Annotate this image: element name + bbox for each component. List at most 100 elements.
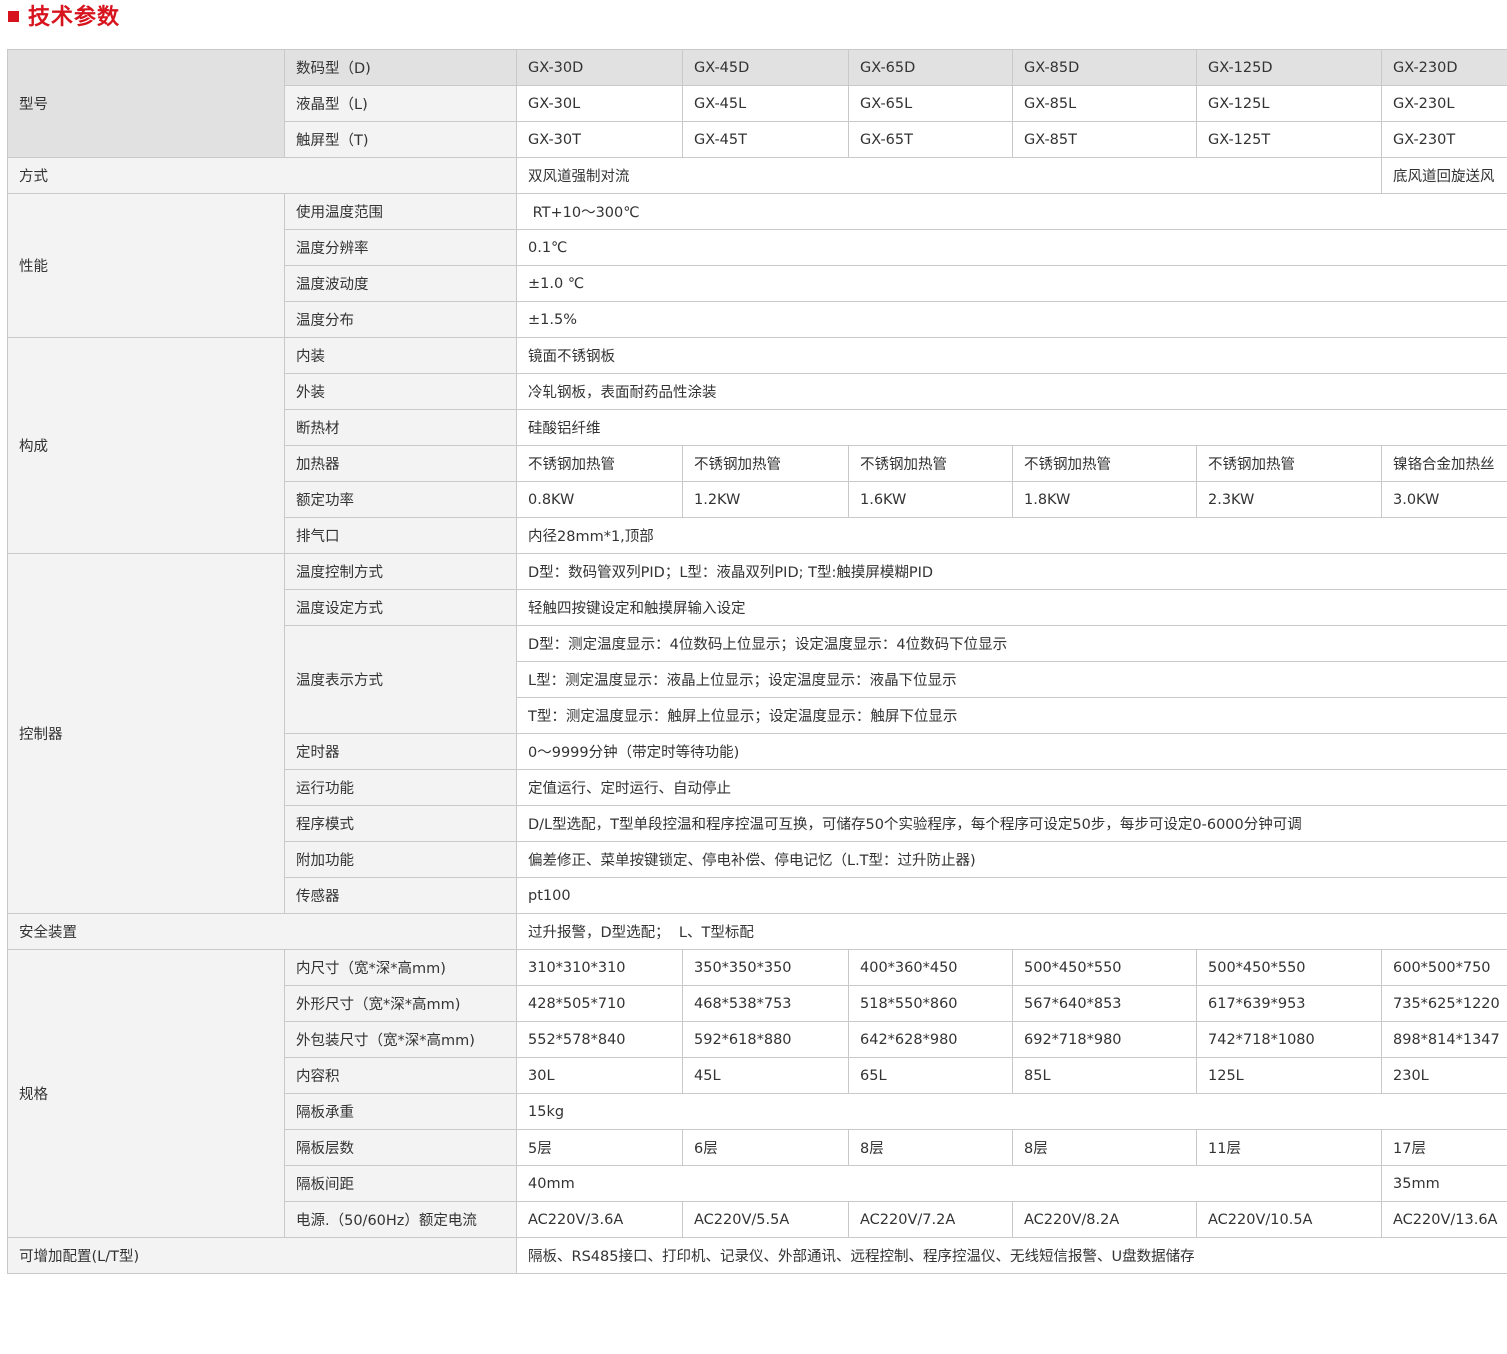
- row-label: 内装: [284, 337, 517, 374]
- table-cell: 偏差修正、菜单按键锁定、停电补偿、停电记忆（L.T型：过升防止器): [516, 841, 1507, 878]
- table-cell: GX-125L: [1196, 85, 1382, 122]
- table-cell: GX-230D: [1381, 49, 1507, 86]
- table-cell: GX-30T: [516, 121, 683, 158]
- table-cell: 742*718*1080: [1196, 1021, 1382, 1058]
- row-label: 隔板层数: [284, 1129, 517, 1166]
- safety-label: 安全装置: [7, 913, 517, 950]
- table-cell: AC220V/13.6A: [1381, 1201, 1507, 1238]
- table-cell: 底风道回旋送风: [1381, 157, 1507, 194]
- table-cell: 2.3KW: [1196, 481, 1382, 518]
- row-label: 定时器: [284, 733, 517, 770]
- section-title: 技术参数: [8, 0, 120, 30]
- table-cell: AC220V/3.6A: [516, 1201, 683, 1238]
- table-cell: 1.2KW: [682, 481, 849, 518]
- table-row: 型号 数码型（D) GX-30D GX-45D GX-65D GX-85D GX…: [7, 49, 1507, 158]
- table-row: 构成 内装 镜面不锈钢板: [7, 337, 1507, 554]
- table-cell: GX-125T: [1196, 121, 1382, 158]
- table-cell: 轻触四按键设定和触摸屏输入设定: [516, 589, 1507, 626]
- row-label: 运行功能: [284, 769, 517, 806]
- table-cell: GX-230L: [1381, 85, 1507, 122]
- row-label: 附加功能: [284, 841, 517, 878]
- row-label: 程序模式: [284, 805, 517, 842]
- table-cell: GX-45L: [682, 85, 849, 122]
- options-label: 可增加配置(L/T型): [7, 1237, 517, 1274]
- row-label: 隔板间距: [284, 1165, 517, 1202]
- performance-label: 性能: [7, 193, 285, 338]
- table-cell: 1.6KW: [848, 481, 1013, 518]
- row-label: 内尺寸（宽*深*高mm): [284, 949, 517, 986]
- row-label: 温度分布: [284, 301, 517, 338]
- table-cell: 不锈钢加热管: [516, 445, 683, 482]
- touch-type-label: 触屏型（T): [284, 121, 517, 158]
- method-label: 方式: [7, 157, 517, 194]
- row-label: 隔板承重: [284, 1093, 517, 1130]
- table-cell: GX-85T: [1012, 121, 1197, 158]
- row-label: 温度分辨率: [284, 229, 517, 266]
- table-cell: 428*505*710: [516, 985, 683, 1022]
- table-cell: 350*350*350: [682, 949, 849, 986]
- table-cell: 0.1℃: [516, 229, 1507, 266]
- table-cell: GX-85D: [1012, 49, 1197, 86]
- table-row: 控制器 温度控制方式 D型：数码管双列PID；L型：液晶双列PID; T型:触摸…: [7, 553, 1507, 914]
- table-cell: 642*628*980: [848, 1021, 1013, 1058]
- table-cell: AC220V/5.5A: [682, 1201, 849, 1238]
- table-cell: 310*310*310: [516, 949, 683, 986]
- spec-table: 型号 数码型（D) GX-30D GX-45D GX-65D GX-85D GX…: [7, 49, 1507, 1274]
- table-cell: AC220V/8.2A: [1012, 1201, 1197, 1238]
- digital-type-label: 数码型（D): [284, 49, 517, 86]
- table-cell: 592*618*880: [682, 1021, 849, 1058]
- table-cell: 468*538*753: [682, 985, 849, 1022]
- table-cell: 隔板、RS485接口、打印机、记录仪、外部通讯、远程控制、程序控温仪、无线短信报…: [516, 1237, 1507, 1274]
- table-cell: 400*360*450: [848, 949, 1013, 986]
- table-cell: 35mm: [1381, 1165, 1507, 1202]
- table-cell: GX-45T: [682, 121, 849, 158]
- table-cell: 8层: [848, 1129, 1013, 1166]
- table-cell: 518*550*860: [848, 985, 1013, 1022]
- spec-label: 规格: [7, 949, 285, 1238]
- table-cell: pt100: [516, 877, 1507, 914]
- section-title-text: 技术参数: [28, 5, 121, 30]
- table-cell: 0.8KW: [516, 481, 683, 518]
- row-label: 断热材: [284, 409, 517, 446]
- table-row: 可增加配置(L/T型) 隔板、RS485接口、打印机、记录仪、外部通讯、远程控制…: [7, 1237, 1507, 1274]
- table-cell: ±1.5%: [516, 301, 1507, 338]
- table-cell: 不锈钢加热管: [1196, 445, 1382, 482]
- table-cell: 500*450*550: [1012, 949, 1197, 986]
- table-cell: 8层: [1012, 1129, 1197, 1166]
- table-row: 方式 双风道强制对流 底风道回旋送风: [7, 157, 1507, 194]
- title-square-icon: [8, 10, 19, 22]
- table-cell: 230L: [1381, 1057, 1507, 1094]
- table-cell: GX-125D: [1196, 49, 1382, 86]
- table-cell: GX-45D: [682, 49, 849, 86]
- table-cell: 不锈钢加热管: [848, 445, 1013, 482]
- table-cell: D型：测定温度显示：4位数码上位显示；设定温度显示：4位数码下位显示: [516, 625, 1507, 662]
- table-cell: 898*814*1347: [1381, 1021, 1507, 1058]
- row-label: 外形尺寸（宽*深*高mm): [284, 985, 517, 1022]
- table-cell: 17层: [1381, 1129, 1507, 1166]
- table-cell: 冷轧钢板，表面耐药品性涂装: [516, 373, 1507, 410]
- table-cell: GX-30D: [516, 49, 683, 86]
- table-cell: 125L: [1196, 1057, 1382, 1094]
- table-cell: T型：测定温度显示：触屏上位显示；设定温度显示：触屏下位显示: [516, 697, 1507, 734]
- row-label: 内容积: [284, 1057, 517, 1094]
- row-label: 传感器: [284, 877, 517, 914]
- table-cell: 双风道强制对流: [516, 157, 1382, 194]
- table-cell: 30L: [516, 1057, 683, 1094]
- table-cell: 定值运行、定时运行、自动停止: [516, 769, 1507, 806]
- table-cell: 567*640*853: [1012, 985, 1197, 1022]
- table-cell: 5层: [516, 1129, 683, 1166]
- row-label: 温度控制方式: [284, 553, 517, 590]
- table-cell: AC220V/10.5A: [1196, 1201, 1382, 1238]
- table-cell: ±1.0 ℃: [516, 265, 1507, 302]
- row-label: 加热器: [284, 445, 517, 482]
- table-cell: 硅酸铝纤维: [516, 409, 1507, 446]
- row-label: 外包装尺寸（宽*深*高mm): [284, 1021, 517, 1058]
- row-label: 外装: [284, 373, 517, 410]
- table-cell: 40mm: [516, 1165, 1382, 1202]
- table-cell: 15kg: [516, 1093, 1507, 1130]
- table-cell: 1.8KW: [1012, 481, 1197, 518]
- table-cell: 65L: [848, 1057, 1013, 1094]
- row-label: 温度表示方式: [284, 625, 517, 734]
- table-row: 规格 内尺寸（宽*深*高mm) 310*310*310 350*350*350 …: [7, 949, 1507, 1238]
- table-cell: GX-30L: [516, 85, 683, 122]
